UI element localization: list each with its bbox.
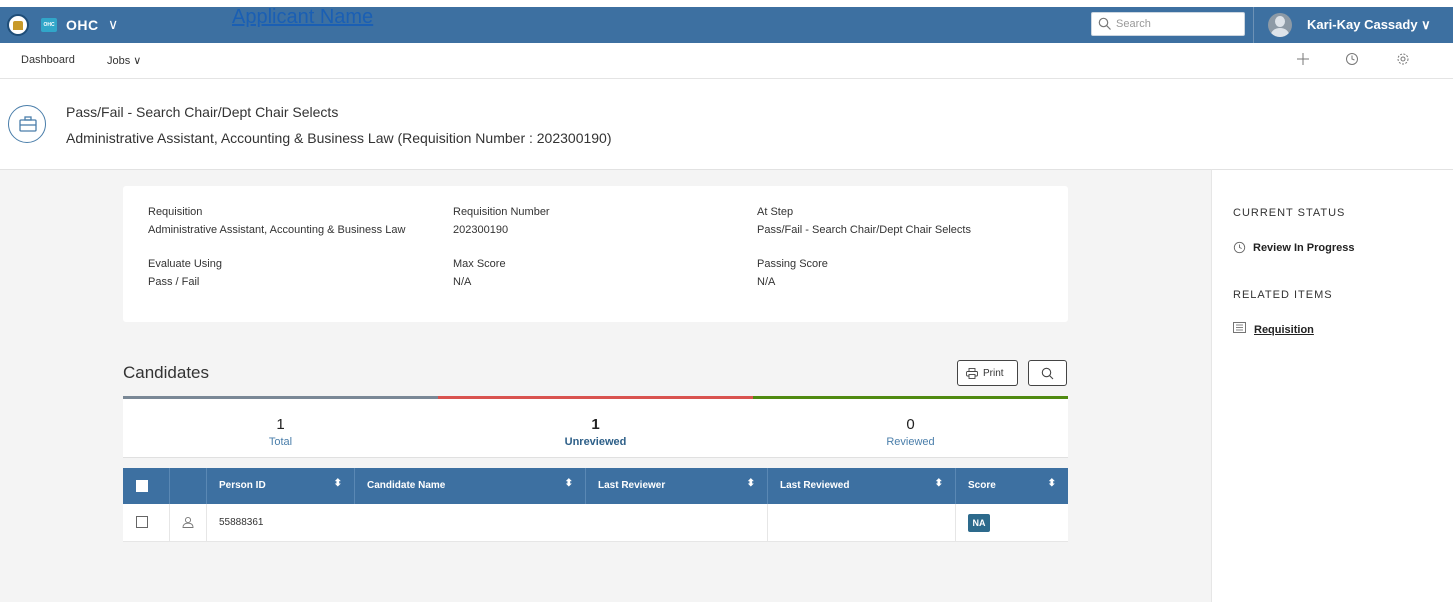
column-last-reviewer-label: Last Reviewer — [598, 480, 666, 491]
candidate-name-link[interactable]: Applicant Name — [232, 6, 373, 29]
column-score-label: Score — [968, 480, 996, 491]
stat-total-label: Total — [268, 436, 293, 448]
requisition-link[interactable]: Requisition — [1254, 324, 1314, 336]
stat-unreviewed[interactable]: 1 Unreviewed — [438, 396, 753, 458]
stat-total[interactable]: 1 Total — [123, 396, 438, 458]
requisition-number-value: 202300190 — [453, 224, 509, 236]
stat-unreviewed-label: Unreviewed — [564, 436, 627, 448]
max-score-label: Max Score — [453, 258, 506, 270]
column-candidate-name[interactable]: Candidate Name ⬍ — [354, 468, 585, 504]
stat-reviewed[interactable]: 0 Reviewed — [753, 396, 1068, 458]
app-badge: OHC — [41, 18, 57, 32]
row-checkbox[interactable] — [136, 516, 148, 528]
search-placeholder: Search — [1116, 18, 1151, 30]
passing-score-value: N/A — [757, 276, 776, 288]
top-bar: OHC OHC ∨ Search Kari-Kay Cassady ∨ — [0, 7, 1453, 43]
column-score[interactable]: Score ⬍ — [955, 468, 1068, 504]
candidates-table-header: Person ID ⬍ Candidate Name ⬍ Last Review… — [123, 468, 1068, 504]
search-candidates-button[interactable] — [1028, 360, 1067, 386]
row-type-cell — [169, 504, 206, 542]
chevron-down-icon[interactable]: ∨ — [108, 16, 118, 33]
table-row[interactable]: 55888361 NA — [123, 504, 1068, 542]
nav-dashboard[interactable]: Dashboard — [21, 54, 75, 66]
column-last-reviewed-label: Last Reviewed — [780, 480, 850, 491]
print-button[interactable]: Print — [957, 360, 1018, 386]
right-sidebar — [1211, 169, 1453, 602]
related-items-heading: RELATED ITEMS — [1233, 289, 1333, 301]
search-icon — [1098, 17, 1111, 30]
column-last-reviewer[interactable]: Last Reviewer ⬍ — [585, 468, 767, 504]
at-step-value: Pass/Fail - Search Chair/Dept Chair Sele… — [757, 224, 971, 236]
search-icon — [1041, 367, 1054, 380]
stat-reviewed-label: Reviewed — [886, 436, 935, 448]
nav-jobs[interactable]: Jobs ∨ — [107, 54, 141, 67]
max-score-value: N/A — [453, 276, 472, 288]
column-candidate-name-label: Candidate Name — [367, 480, 446, 491]
document-icon — [1233, 322, 1246, 333]
user-menu[interactable]: Kari-Kay Cassady ∨ — [1307, 17, 1431, 33]
select-all-checkbox[interactable] — [136, 480, 148, 492]
sort-icon[interactable]: ⬍ — [334, 478, 342, 489]
column-person-id-label: Person ID — [219, 480, 266, 491]
clock-icon — [1233, 241, 1246, 254]
briefcase-icon — [8, 105, 46, 143]
page-title: Pass/Fail - Search Chair/Dept Chair Sele… — [66, 104, 339, 120]
candidates-heading: Candidates — [123, 363, 210, 382]
current-status-value: Review In Progress — [1253, 242, 1355, 254]
score-badge: NA — [968, 514, 990, 532]
requisition-info-card — [123, 186, 1068, 322]
score-cell: NA — [955, 504, 1068, 542]
candidate-name-cell — [354, 504, 585, 542]
column-last-reviewed[interactable]: Last Reviewed ⬍ — [767, 468, 955, 504]
passing-score-label: Passing Score — [757, 258, 828, 270]
clock-icon[interactable] — [1345, 52, 1359, 70]
evaluate-using-value: Pass / Fail — [148, 276, 200, 288]
plus-icon[interactable] — [1296, 52, 1310, 70]
app-switcher-label[interactable]: OHC — [66, 17, 99, 33]
requisition-number-label: Requisition Number — [453, 206, 550, 218]
page-subtitle: Administrative Assistant, Accounting & B… — [66, 130, 612, 146]
stat-reviewed-count: 0 — [906, 416, 915, 433]
sort-icon[interactable]: ⬍ — [1048, 478, 1056, 489]
person-id-cell: 55888361 — [206, 504, 354, 542]
sort-icon[interactable]: ⬍ — [935, 478, 943, 489]
sort-icon[interactable]: ⬍ — [747, 478, 755, 489]
person-id-value: 55888361 — [219, 517, 264, 528]
requisition-value: Administrative Assistant, Accounting & B… — [148, 224, 406, 236]
college-logo-icon[interactable] — [7, 14, 29, 36]
requisition-label: Requisition — [148, 206, 203, 218]
person-icon — [182, 516, 194, 528]
gear-icon[interactable] — [1396, 52, 1410, 70]
stat-total-count: 1 — [276, 416, 285, 433]
column-person-id[interactable]: Person ID ⬍ — [206, 468, 354, 504]
evaluate-using-label: Evaluate Using — [148, 258, 222, 270]
current-status-heading: CURRENT STATUS — [1233, 207, 1346, 219]
last-reviewed-cell — [767, 504, 955, 542]
printer-icon — [966, 368, 978, 379]
search-input[interactable]: Search — [1091, 12, 1245, 36]
sort-icon[interactable]: ⬍ — [565, 478, 573, 489]
sub-navigation: Dashboard Jobs ∨ — [0, 43, 1453, 79]
at-step-label: At Step — [757, 206, 794, 218]
stat-unreviewed-count: 1 — [591, 416, 600, 433]
avatar[interactable] — [1268, 13, 1292, 37]
column-type — [169, 468, 206, 504]
print-label: Print — [983, 368, 1004, 379]
divider — [1253, 7, 1254, 43]
